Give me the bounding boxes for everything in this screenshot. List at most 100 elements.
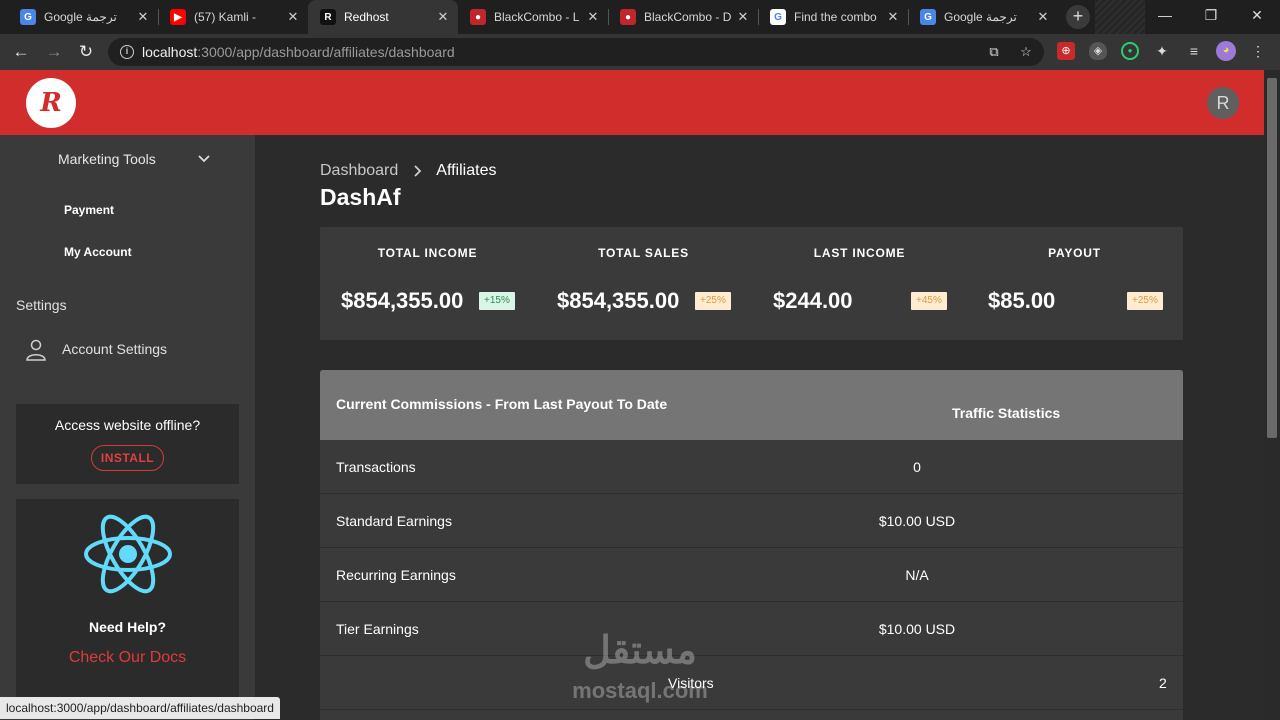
stat-label: TOTAL SALES	[598, 246, 689, 260]
tab-title: Redhost	[344, 10, 389, 24]
watermark-arabic-text: مستقل	[583, 630, 697, 672]
reload-icon[interactable]: ↻	[74, 40, 98, 64]
minimize-icon[interactable]: —	[1142, 0, 1188, 30]
youtube-icon: ▶	[170, 9, 186, 25]
close-window-icon[interactable]: ✕	[1234, 0, 1280, 30]
table-row: Recurring Earnings N/A	[320, 548, 1183, 602]
bookmark-star-icon[interactable]: ☆	[1017, 43, 1035, 61]
stats-card: TOTAL INCOME $854,355.00 +15% TOTAL SALE…	[320, 227, 1183, 340]
forward-arrow-icon[interactable]: →	[42, 40, 66, 64]
stat-last-income: LAST INCOME $244.00 +45%	[752, 227, 967, 340]
extension-circle-icon[interactable]: ●	[1121, 42, 1139, 60]
stat-change-badge: +45%	[911, 292, 947, 310]
app-logo[interactable]: R	[26, 78, 76, 128]
commissions-table: Current Commissions - From Last Payout T…	[320, 370, 1183, 720]
tab-close-icon[interactable]: ✕	[436, 9, 450, 25]
stat-change-badge: +25%	[1127, 292, 1163, 310]
tab-close-icon[interactable]: ✕	[1036, 9, 1050, 25]
row-label: Transactions	[336, 459, 416, 475]
breadcrumb-item-dashboard[interactable]: Dashboard	[320, 162, 398, 180]
profile-avatar-icon[interactable]: ◕	[1216, 41, 1236, 61]
table-header: Current Commissions - From Last Payout T…	[320, 370, 1183, 440]
tab-close-icon[interactable]: ✕	[286, 9, 300, 25]
browser-tab[interactable]: G Google ترجمة ✕	[908, 0, 1058, 34]
react-atom-icon	[84, 514, 172, 594]
tab-title: Find the combo	[794, 10, 877, 24]
tab-close-icon[interactable]: ✕	[136, 9, 150, 25]
breadcrumb-item-affiliates: Affiliates	[436, 162, 497, 179]
table-row: Standard Earnings $10.00 USD	[320, 494, 1183, 548]
stat-value: $854,355.00	[341, 288, 464, 313]
stat-value: $244.00	[773, 288, 853, 313]
breadcrumb: Dashboard Affiliates	[320, 162, 496, 180]
translate-page-icon[interactable]: ⧉	[985, 43, 1003, 61]
visitors-label: Visitors	[668, 675, 714, 691]
tab-close-icon[interactable]: ✕	[736, 9, 750, 25]
stat-change-badge: +25%	[695, 292, 731, 310]
table-row	[320, 656, 1183, 710]
stat-value: $854,355.00	[557, 288, 680, 313]
tab-separator	[158, 9, 159, 25]
restore-icon[interactable]: ❐	[1188, 0, 1234, 30]
scrollbar-thumb[interactable]	[1267, 78, 1277, 438]
browser-tab-bar: G Google ترجمة ✕ ▶ (57) Kamli - ✕ R Redhost ✕ ● Bl…	[0, 0, 1280, 34]
tab-title: Google ترجمة	[944, 10, 1017, 24]
stat-label: PAYOUT	[1048, 246, 1101, 260]
tab-separator	[758, 9, 759, 25]
tab-bar-background-pattern	[1095, 0, 1145, 34]
extension-red-icon[interactable]: ⊕	[1057, 42, 1075, 60]
browser-tab[interactable]: ● BlackCombo - D ✕	[608, 0, 758, 34]
user-avatar[interactable]: R	[1207, 87, 1239, 119]
sidebar-item-payment[interactable]: Payment	[64, 203, 114, 217]
extension-shield-icon[interactable]: ◈	[1089, 42, 1107, 60]
row-value: $10.00 USD	[878, 621, 956, 637]
google-icon: G	[770, 9, 786, 25]
docs-link[interactable]: Check Our Docs	[16, 649, 239, 667]
install-button[interactable]: INSTALL	[91, 445, 164, 471]
table-row: Tier Earnings $10.00 USD	[320, 602, 1183, 656]
sidebar-section-settings: Settings	[16, 297, 67, 313]
site-info-icon[interactable]: i	[120, 45, 134, 59]
blackcombo-icon: ●	[470, 9, 486, 25]
stat-change-badge: +15%	[479, 292, 515, 310]
browser-menu-icon[interactable]: ⋮	[1249, 42, 1267, 60]
tab-close-icon[interactable]: ✕	[886, 9, 900, 25]
new-tab-button[interactable]: +	[1066, 5, 1090, 29]
browser-tab[interactable]: R Redhost ✕	[308, 0, 458, 34]
row-value: $10.00 USD	[878, 513, 956, 529]
sidebar-item-account-settings[interactable]: Account Settings	[16, 335, 240, 365]
tab-separator	[908, 9, 909, 25]
browser-tab[interactable]: G Find the combo ✕	[758, 0, 908, 34]
stat-total-sales: TOTAL SALES $854,355.00 +25%	[536, 227, 751, 340]
link-status-bar: localhost:3000/app/dashboard/affiliates/…	[0, 697, 280, 719]
url-bar[interactable]: i localhost:3000/app/dashboard/affiliate…	[108, 38, 1044, 66]
tab-title: BlackCombo - L	[494, 10, 580, 24]
media-queue-icon[interactable]: ≡	[1185, 42, 1203, 60]
commissions-title: Current Commissions - From Last Payout T…	[336, 396, 668, 412]
browser-tab[interactable]: ● BlackCombo - L ✕	[458, 0, 608, 34]
back-arrow-icon[interactable]: ←	[9, 40, 33, 64]
browser-tab[interactable]: ▶ (57) Kamli - ✕	[158, 0, 308, 34]
browser-tab[interactable]: G Google ترجمة ✕	[8, 0, 158, 34]
row-label: Recurring Earnings	[336, 567, 456, 583]
stat-payout: PAYOUT $85.00 +25%	[967, 227, 1182, 340]
tab-separator	[608, 9, 609, 25]
sidebar-item-marketing-tools[interactable]: Marketing Tools	[58, 151, 156, 167]
sidebar-item-label: Account Settings	[62, 341, 168, 357]
tab-title: (57) Kamli -	[194, 10, 257, 24]
row-value: N/A	[905, 567, 929, 583]
chevron-down-icon[interactable]	[196, 151, 212, 167]
browser-toolbar: ← → ↻ i localhost:3000/app/dashboard/aff…	[0, 34, 1280, 70]
row-label: Tier Earnings	[336, 621, 419, 637]
offline-install-card: Access website offline? INSTALL	[16, 404, 239, 484]
stat-value: $85.00	[988, 288, 1056, 313]
google-translate-icon: G	[20, 9, 36, 25]
app-header: R R	[0, 70, 1264, 135]
tab-close-icon[interactable]: ✕	[586, 9, 600, 25]
sidebar-item-my-account[interactable]: My Account	[64, 245, 132, 259]
row-label: Standard Earnings	[336, 513, 452, 529]
stat-label: TOTAL INCOME	[377, 246, 478, 260]
page-scrollbar[interactable]	[1264, 70, 1280, 720]
blackcombo-icon: ●	[620, 9, 636, 25]
extensions-puzzle-icon[interactable]: ✦	[1153, 42, 1171, 60]
